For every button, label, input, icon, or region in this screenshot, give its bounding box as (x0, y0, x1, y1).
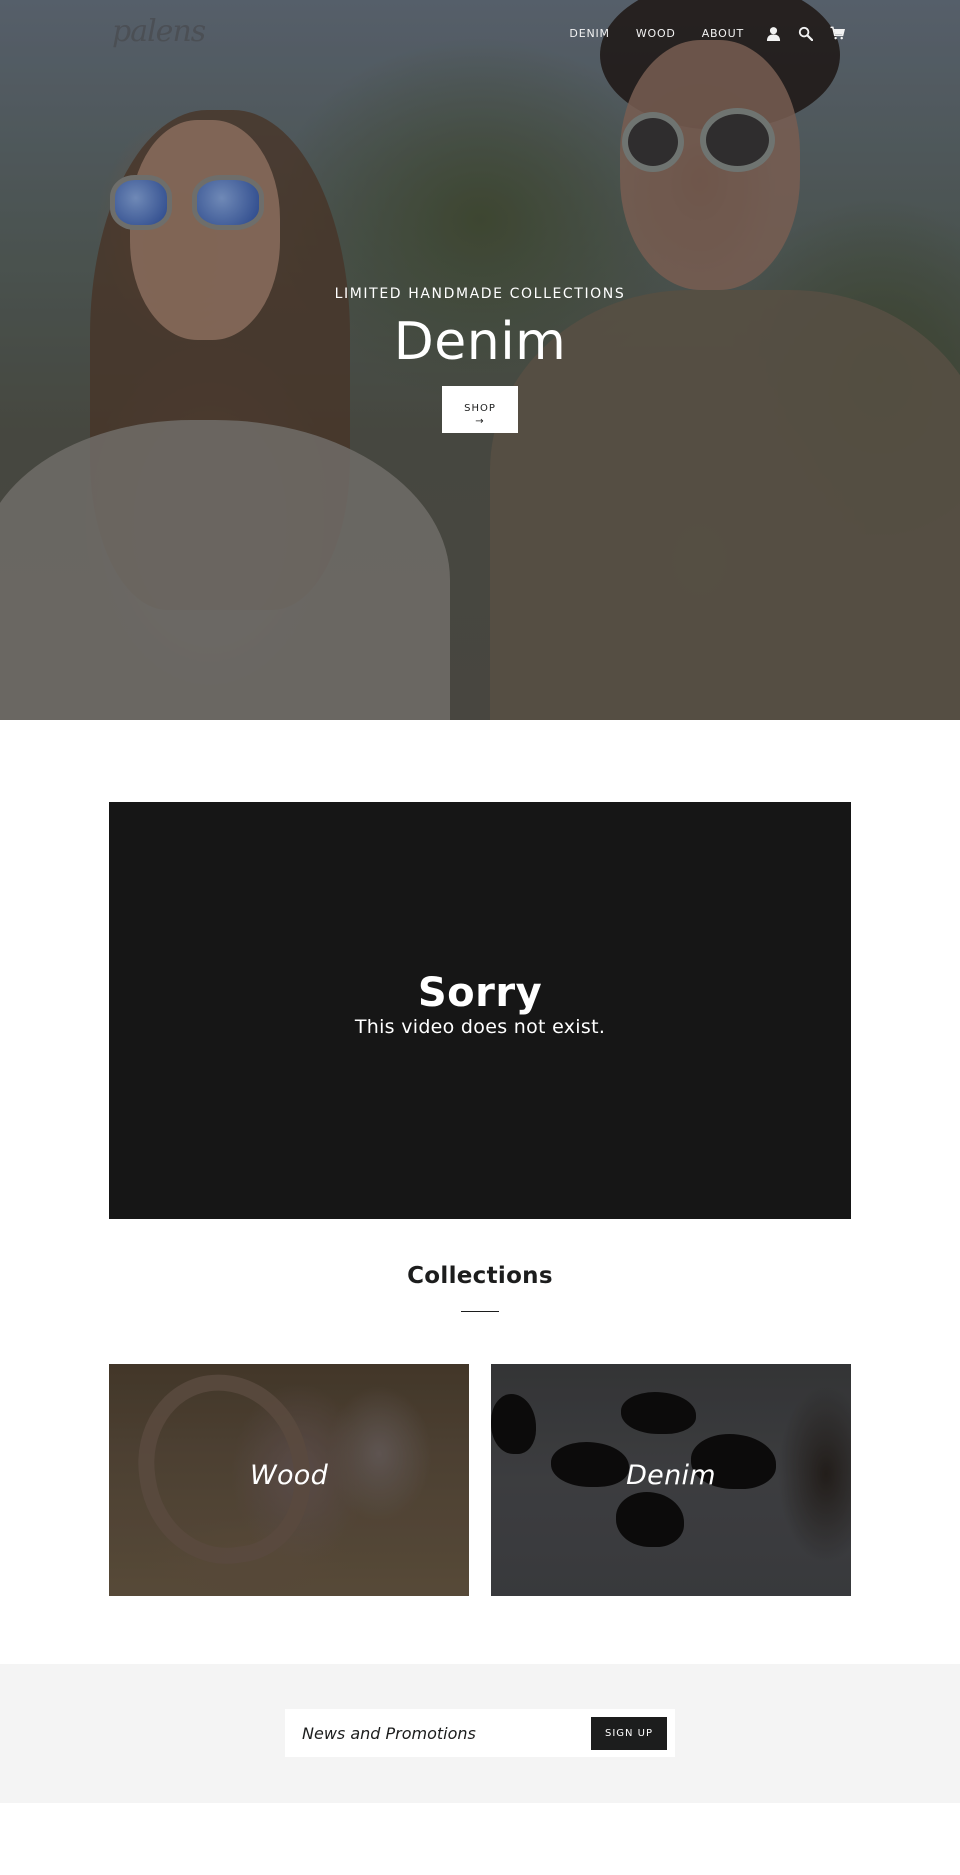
hero-content: LIMITED HANDMADE COLLECTIONS Denim SHOP … (0, 286, 960, 433)
newsletter-email-input[interactable] (285, 1709, 585, 1757)
newsletter-section: SIGN UP (0, 1664, 960, 1803)
account-icon[interactable] (764, 24, 782, 42)
main-nav: DENIM WOOD ABOUT (543, 24, 846, 42)
shop-button[interactable]: SHOP → (442, 386, 518, 433)
logo[interactable]: palens (112, 14, 206, 49)
video-error-title: Sorry (417, 970, 543, 1016)
arrow-right-icon: → (475, 415, 485, 427)
collections-heading: Collections (407, 1263, 553, 1289)
sign-up-button[interactable]: SIGN UP (591, 1717, 667, 1750)
collection-card-denim[interactable]: Denim (491, 1364, 851, 1596)
collection-card-label: Wood (249, 1460, 329, 1491)
nav-link-wood[interactable]: WOOD (636, 27, 676, 40)
newsletter-form: SIGN UP (285, 1709, 675, 1757)
hero-banner: LIMITED HANDMADE COLLECTIONS Denim SHOP … (0, 0, 960, 720)
collections-divider (461, 1311, 499, 1312)
cart-icon[interactable] (828, 24, 846, 42)
collection-card-wood[interactable]: Wood (109, 1364, 469, 1596)
shop-button-label: SHOP (464, 402, 496, 414)
video-error-message: This video does not exist. (354, 1016, 606, 1038)
video-player[interactable]: Sorry This video does not exist. (109, 802, 851, 1219)
site-header: palens DENIM WOOD ABOUT (0, 0, 960, 70)
nav-link-denim[interactable]: DENIM (569, 27, 609, 40)
hero-title: Denim (393, 312, 567, 372)
search-icon[interactable] (796, 24, 814, 42)
collection-card-label: Denim (626, 1460, 716, 1491)
hero-subtitle: LIMITED HANDMADE COLLECTIONS (334, 286, 626, 302)
nav-link-about[interactable]: ABOUT (702, 27, 744, 40)
